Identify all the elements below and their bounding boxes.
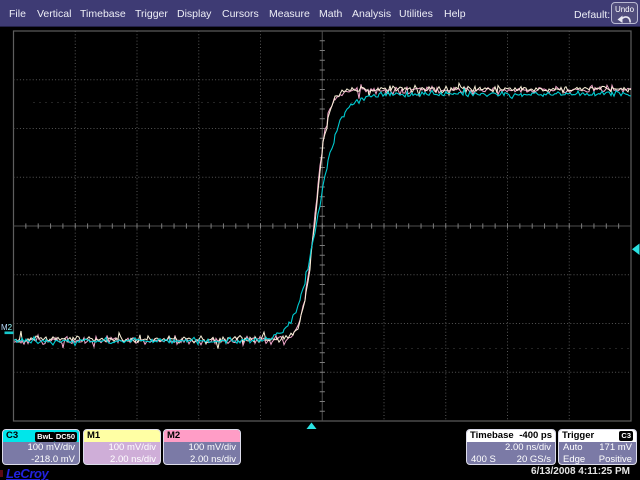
svg-text:M2: M2: [1, 323, 13, 332]
